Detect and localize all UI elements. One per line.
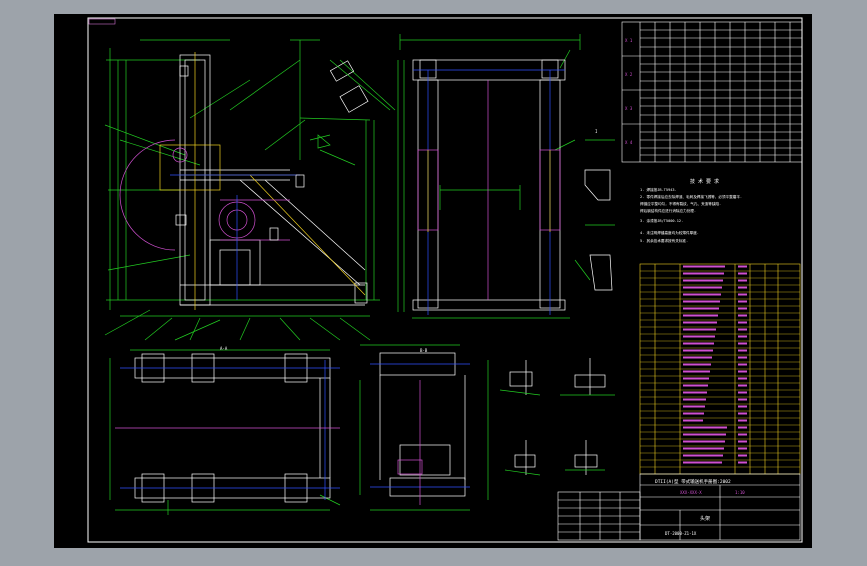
parts-row-mark bbox=[683, 272, 724, 275]
parts-row-mark bbox=[738, 426, 747, 429]
parts-row-mark bbox=[738, 384, 747, 387]
parts-row-mark bbox=[738, 412, 747, 415]
parts-row-mark bbox=[683, 426, 727, 429]
tech-line-5: 3. 涂漆按JB/T5000.12. bbox=[640, 218, 683, 223]
svg-text:X 4: X 4 bbox=[625, 140, 633, 145]
tech-line-7: 5. 其余技术要求按有关标准. bbox=[640, 238, 688, 243]
parts-row-mark bbox=[683, 412, 704, 415]
tech-line-6: 4. 未注明焊缝高度均为较薄件厚度. bbox=[640, 230, 699, 235]
tech-requirements-heading: 技 术 要 求 bbox=[690, 178, 719, 185]
view-label-a: A-A bbox=[220, 346, 228, 351]
parts-row-mark bbox=[683, 349, 713, 352]
tech-line-1: 1. 焊接按JB-T5943. bbox=[640, 187, 677, 192]
cad-drawing: X 1 X 2 X 3 X 4 技 术 要 求 1. 焊接按JB-T5943. … bbox=[54, 14, 812, 548]
parts-row-mark bbox=[683, 447, 724, 450]
parts-row-mark bbox=[738, 286, 747, 289]
parts-row-mark bbox=[738, 363, 747, 366]
svg-text:X 1: X 1 bbox=[625, 38, 633, 43]
parts-row-mark bbox=[683, 370, 710, 373]
parts-row-mark bbox=[738, 314, 747, 317]
parts-row-mark bbox=[683, 433, 726, 436]
parts-row-mark bbox=[738, 328, 747, 331]
parts-row-mark bbox=[738, 419, 747, 422]
tech-line-2: 2. 零件焊接后应去除焊渣、毛刺及焊接飞溅等，必须平整磨平. bbox=[640, 194, 742, 199]
parts-row-mark bbox=[683, 293, 721, 296]
parts-row-mark bbox=[683, 356, 712, 359]
parts-row-mark bbox=[738, 335, 747, 338]
parts-row-mark bbox=[738, 433, 747, 436]
parts-row-mark bbox=[683, 307, 719, 310]
parts-row-mark bbox=[683, 384, 708, 387]
parts-row-mark bbox=[738, 349, 747, 352]
parts-row-mark bbox=[683, 440, 725, 443]
parts-row-mark bbox=[683, 363, 711, 366]
scale-label: 1:10 bbox=[735, 490, 745, 495]
parts-row-mark bbox=[738, 370, 747, 373]
svg-text:X 3: X 3 bbox=[625, 106, 633, 111]
parts-row-mark bbox=[683, 314, 718, 317]
sheet-code: DT-2000-Z1-1X bbox=[665, 531, 697, 536]
parts-row-mark bbox=[738, 454, 747, 457]
parts-row-mark bbox=[738, 300, 747, 303]
parts-row-mark bbox=[683, 300, 720, 303]
parts-row-mark bbox=[738, 321, 747, 324]
cad-viewport[interactable]: X 1 X 2 X 3 X 4 技 术 要 求 1. 焊接按JB-T5943. … bbox=[0, 0, 867, 562]
parts-row-mark bbox=[683, 377, 709, 380]
parts-row-mark bbox=[738, 391, 747, 394]
parts-row-mark bbox=[683, 265, 725, 268]
tech-line-4: 焊后钢结构件应进行消除应力处理. bbox=[640, 208, 696, 213]
parts-row-mark bbox=[738, 461, 747, 464]
parts-row-mark bbox=[683, 321, 717, 324]
parts-row-mark bbox=[738, 293, 747, 296]
part-name: 头架 bbox=[700, 515, 710, 522]
parts-row-mark bbox=[683, 405, 705, 408]
parts-row-mark bbox=[738, 307, 747, 310]
parts-row-mark bbox=[683, 286, 722, 289]
svg-text:X 2: X 2 bbox=[625, 72, 633, 77]
parts-row-mark bbox=[683, 328, 716, 331]
parts-row-mark bbox=[738, 447, 747, 450]
parts-row-mark bbox=[683, 342, 714, 345]
parts-row-mark bbox=[738, 279, 747, 282]
parts-row-mark bbox=[738, 377, 747, 380]
parts-row-mark bbox=[738, 356, 747, 359]
parts-row-mark bbox=[738, 342, 747, 345]
parts-row-mark bbox=[683, 391, 707, 394]
parts-row-mark bbox=[738, 440, 747, 443]
parts-row-mark bbox=[683, 461, 722, 464]
parts-row-mark bbox=[683, 419, 703, 422]
parts-row-mark bbox=[738, 398, 747, 401]
parts-row-mark bbox=[683, 335, 715, 338]
parts-row-mark bbox=[738, 405, 747, 408]
parts-row-mark bbox=[683, 454, 723, 457]
view-label-b: B-B bbox=[420, 348, 428, 353]
parts-row-mark bbox=[738, 272, 747, 275]
tech-line-3: 焊缝应平整均匀，不得有裂纹、气孔、夹渣等缺陷. bbox=[640, 201, 721, 206]
drawing-title: DTII(A)型 带式输送机手册图:2002 bbox=[655, 478, 731, 485]
parts-row-mark bbox=[683, 279, 723, 282]
drawing-number: XXX-XXX-X bbox=[680, 490, 702, 495]
parts-row-mark bbox=[683, 398, 706, 401]
parts-row-mark bbox=[738, 265, 747, 268]
